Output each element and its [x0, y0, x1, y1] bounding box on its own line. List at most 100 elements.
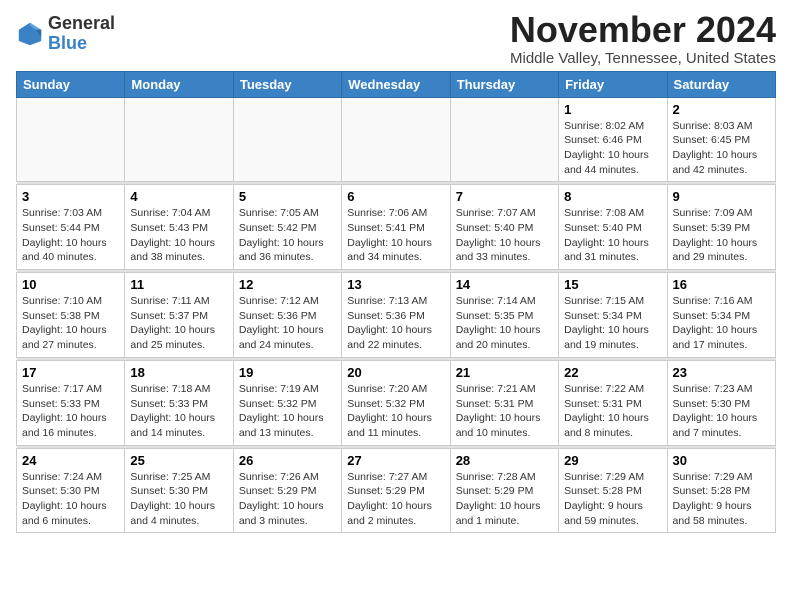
day-info: Sunrise: 7:19 AM Sunset: 5:32 PM Dayligh… [239, 382, 336, 441]
day-number: 6 [347, 189, 444, 204]
day-info: Sunrise: 7:17 AM Sunset: 5:33 PM Dayligh… [22, 382, 119, 441]
day-number: 21 [456, 365, 553, 380]
calendar-cell: 29 Sunrise: 7:29 AM Sunset: 5:28 PM Dayli… [559, 448, 667, 533]
day-number: 28 [456, 453, 553, 468]
title-area: November 2024 Middle Valley, Tennessee, … [510, 10, 776, 67]
day-info: Sunrise: 7:26 AM Sunset: 5:29 PM Dayligh… [239, 470, 336, 529]
day-number: 1 [564, 102, 661, 117]
week-row-2: 10 Sunrise: 7:10 AM Sunset: 5:38 PM Dayli… [17, 273, 776, 358]
day-info: Sunrise: 7:10 AM Sunset: 5:38 PM Dayligh… [22, 294, 119, 353]
day-info: Sunrise: 7:13 AM Sunset: 5:36 PM Dayligh… [347, 294, 444, 353]
calendar-cell: 7Sunrise: 7:07 AM Sunset: 5:40 PM Daylig… [450, 185, 558, 270]
week-row-1: 3Sunrise: 7:03 AM Sunset: 5:44 PM Daylig… [17, 185, 776, 270]
day-number: 17 [22, 365, 119, 380]
calendar-cell: 19 Sunrise: 7:19 AM Sunset: 5:32 PM Dayli… [233, 360, 341, 445]
day-info: Sunrise: 7:06 AM Sunset: 5:41 PM Dayligh… [347, 206, 444, 265]
calendar-cell: 26Sunrise: 7:26 AM Sunset: 5:29 PM Dayli… [233, 448, 341, 533]
calendar-cell: 27 Sunrise: 7:27 AM Sunset: 5:29 PM Dayli… [342, 448, 450, 533]
day-info: Sunrise: 7:16 AM Sunset: 5:34 PM Dayligh… [673, 294, 770, 353]
col-monday: Monday [125, 71, 233, 97]
calendar-cell: 13 Sunrise: 7:13 AM Sunset: 5:36 PM Dayli… [342, 273, 450, 358]
calendar-cell [342, 97, 450, 182]
calendar-cell: 16Sunrise: 7:16 AM Sunset: 5:34 PM Dayli… [667, 273, 775, 358]
day-info: Sunrise: 7:04 AM Sunset: 5:43 PM Dayligh… [130, 206, 227, 265]
day-number: 4 [130, 189, 227, 204]
day-info: Sunrise: 8:02 AM Sunset: 6:46 PM Dayligh… [564, 119, 661, 178]
day-info: Sunrise: 7:03 AM Sunset: 5:44 PM Dayligh… [22, 206, 119, 265]
calendar-cell: 24Sunrise: 7:24 AM Sunset: 5:30 PM Dayli… [17, 448, 125, 533]
day-info: Sunrise: 7:24 AM Sunset: 5:30 PM Dayligh… [22, 470, 119, 529]
calendar-cell: 17 Sunrise: 7:17 AM Sunset: 5:33 PM Dayli… [17, 360, 125, 445]
month-title: November 2024 [510, 10, 776, 50]
week-row-0: 1 Sunrise: 8:02 AM Sunset: 6:46 PM Daylig… [17, 97, 776, 182]
day-number: 25 [130, 453, 227, 468]
day-number: 29 [564, 453, 661, 468]
logo-icon [16, 20, 44, 48]
logo-text: General Blue [48, 14, 115, 54]
day-info: Sunrise: 7:29 AM Sunset: 5:28 PM Dayligh… [564, 470, 661, 529]
day-number: 19 [239, 365, 336, 380]
calendar-cell: 9 Sunrise: 7:09 AM Sunset: 5:39 PM Daylig… [667, 185, 775, 270]
calendar-cell: 10 Sunrise: 7:10 AM Sunset: 5:38 PM Dayli… [17, 273, 125, 358]
calendar: Sunday Monday Tuesday Wednesday Thursday… [16, 71, 776, 534]
day-info: Sunrise: 7:12 AM Sunset: 5:36 PM Dayligh… [239, 294, 336, 353]
calendar-cell: 11 Sunrise: 7:11 AM Sunset: 5:37 PM Dayli… [125, 273, 233, 358]
calendar-cell: 15 Sunrise: 7:15 AM Sunset: 5:34 PM Dayli… [559, 273, 667, 358]
day-number: 2 [673, 102, 770, 117]
day-number: 23 [673, 365, 770, 380]
col-thursday: Thursday [450, 71, 558, 97]
calendar-cell: 6 Sunrise: 7:06 AM Sunset: 5:41 PM Daylig… [342, 185, 450, 270]
calendar-cell: 1 Sunrise: 8:02 AM Sunset: 6:46 PM Daylig… [559, 97, 667, 182]
calendar-cell: 8 Sunrise: 7:08 AM Sunset: 5:40 PM Daylig… [559, 185, 667, 270]
day-info: Sunrise: 7:15 AM Sunset: 5:34 PM Dayligh… [564, 294, 661, 353]
logo-general: General [48, 13, 115, 33]
day-number: 10 [22, 277, 119, 292]
col-sunday: Sunday [17, 71, 125, 97]
day-info: Sunrise: 7:20 AM Sunset: 5:32 PM Dayligh… [347, 382, 444, 441]
day-number: 14 [456, 277, 553, 292]
calendar-cell [233, 97, 341, 182]
calendar-cell: 30Sunrise: 7:29 AM Sunset: 5:28 PM Dayli… [667, 448, 775, 533]
day-number: 11 [130, 277, 227, 292]
calendar-cell: 5Sunrise: 7:05 AM Sunset: 5:42 PM Daylig… [233, 185, 341, 270]
day-info: Sunrise: 7:08 AM Sunset: 5:40 PM Dayligh… [564, 206, 661, 265]
col-friday: Friday [559, 71, 667, 97]
logo-blue: Blue [48, 33, 87, 53]
day-info: Sunrise: 7:27 AM Sunset: 5:29 PM Dayligh… [347, 470, 444, 529]
day-number: 9 [673, 189, 770, 204]
day-info: Sunrise: 7:18 AM Sunset: 5:33 PM Dayligh… [130, 382, 227, 441]
calendar-cell: 21Sunrise: 7:21 AM Sunset: 5:31 PM Dayli… [450, 360, 558, 445]
calendar-cell [17, 97, 125, 182]
day-info: Sunrise: 7:11 AM Sunset: 5:37 PM Dayligh… [130, 294, 227, 353]
day-number: 20 [347, 365, 444, 380]
header: General Blue November 2024 Middle Valley… [16, 10, 776, 67]
week-row-3: 17 Sunrise: 7:17 AM Sunset: 5:33 PM Dayli… [17, 360, 776, 445]
day-info: Sunrise: 8:03 AM Sunset: 6:45 PM Dayligh… [673, 119, 770, 178]
day-number: 15 [564, 277, 661, 292]
calendar-cell: 22Sunrise: 7:22 AM Sunset: 5:31 PM Dayli… [559, 360, 667, 445]
day-number: 18 [130, 365, 227, 380]
page: General Blue November 2024 Middle Valley… [0, 0, 792, 539]
day-info: Sunrise: 7:23 AM Sunset: 5:30 PM Dayligh… [673, 382, 770, 441]
location: Middle Valley, Tennessee, United States [510, 50, 776, 67]
calendar-cell: 23 Sunrise: 7:23 AM Sunset: 5:30 PM Dayli… [667, 360, 775, 445]
day-number: 13 [347, 277, 444, 292]
col-saturday: Saturday [667, 71, 775, 97]
logo: General Blue [16, 14, 115, 54]
day-info: Sunrise: 7:09 AM Sunset: 5:39 PM Dayligh… [673, 206, 770, 265]
week-row-4: 24Sunrise: 7:24 AM Sunset: 5:30 PM Dayli… [17, 448, 776, 533]
calendar-cell: 3Sunrise: 7:03 AM Sunset: 5:44 PM Daylig… [17, 185, 125, 270]
col-tuesday: Tuesday [233, 71, 341, 97]
calendar-cell: 28Sunrise: 7:28 AM Sunset: 5:29 PM Dayli… [450, 448, 558, 533]
col-wednesday: Wednesday [342, 71, 450, 97]
day-info: Sunrise: 7:22 AM Sunset: 5:31 PM Dayligh… [564, 382, 661, 441]
day-number: 8 [564, 189, 661, 204]
calendar-cell [450, 97, 558, 182]
day-number: 12 [239, 277, 336, 292]
day-number: 7 [456, 189, 553, 204]
calendar-cell: 2 Sunrise: 8:03 AM Sunset: 6:45 PM Daylig… [667, 97, 775, 182]
calendar-header-row: Sunday Monday Tuesday Wednesday Thursday… [17, 71, 776, 97]
day-info: Sunrise: 7:25 AM Sunset: 5:30 PM Dayligh… [130, 470, 227, 529]
calendar-cell: 25 Sunrise: 7:25 AM Sunset: 5:30 PM Dayli… [125, 448, 233, 533]
day-number: 27 [347, 453, 444, 468]
